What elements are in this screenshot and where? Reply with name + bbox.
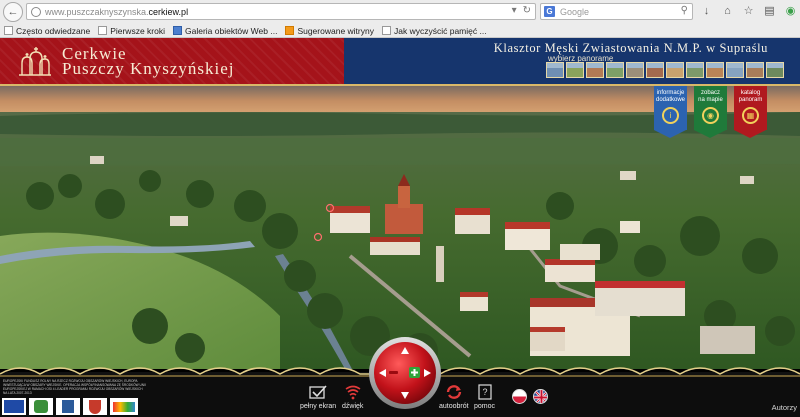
help-book-icon: ? [475, 383, 495, 401]
map-ribbon-button[interactable]: zobacz na mapie ◉ [694, 86, 727, 138]
lgd-logo [56, 398, 80, 415]
page-icon [4, 26, 13, 35]
back-arrow-icon: ← [7, 6, 19, 18]
help-button[interactable]: ? pomoc [474, 383, 495, 410]
url-prefix: www.puszczaknyszynska. [45, 6, 149, 17]
info-icon: i [662, 107, 679, 124]
orange-square-icon [285, 26, 295, 35]
globe-icon [31, 6, 41, 17]
eu-funding-text: EUROPEJSKI FUNDUSZ ROLNY NA RZECZ ROZWOJ… [3, 379, 146, 395]
panorama-thumbnail[interactable] [646, 62, 664, 78]
panorama-thumbnail[interactable] [746, 62, 764, 78]
eu-flag-logo [2, 398, 26, 415]
bookmark-item[interactable]: Sugerowane witryny [285, 26, 374, 36]
figure-icon [62, 400, 74, 413]
autorotate-icon [444, 383, 464, 401]
bookmark-star-icon[interactable]: ☆ [742, 4, 755, 17]
header-brand-panel[interactable]: Cerkwie Puszczy Knyszyńskiej [0, 38, 344, 86]
page-icon [381, 26, 391, 35]
fullscreen-checkbox-icon [308, 383, 328, 401]
panorama-thumbnail[interactable] [706, 62, 724, 78]
church-logo-icon [19, 47, 51, 76]
eu-flag-icon [4, 400, 24, 413]
panorama-thumbnail[interactable] [606, 62, 624, 78]
search-icon[interactable]: ⚲ [681, 5, 688, 16]
site-title-line2: Puszczy Knyszyńskiej [62, 59, 235, 78]
panorama-thumbnails [546, 62, 784, 78]
leader-logo [29, 398, 53, 415]
url-text: www.puszczaknyszynska.cerkiew.pl [45, 7, 188, 17]
english-flag-icon[interactable] [533, 389, 548, 404]
svg-text:?: ? [482, 387, 487, 397]
browser-chrome: ← www.puszczaknyszynska.cerkiew.pl ▾ ↻ G… [0, 0, 800, 38]
authors-link[interactable]: Autorzy [772, 403, 797, 412]
page-icon [98, 26, 108, 35]
download-icon[interactable]: ↓ [700, 4, 713, 17]
stripes-icon [113, 401, 135, 412]
panorama-thumbnail[interactable] [546, 62, 564, 78]
prow-logo [110, 398, 138, 415]
sound-wave-icon [343, 383, 363, 401]
navigation-bar: ← www.puszczaknyszynska.cerkiew.pl ▾ ↻ G… [0, 0, 800, 23]
back-button[interactable]: ← [3, 2, 23, 22]
url-host: cerkiew.pl [148, 6, 189, 17]
bookmark-item[interactable]: Pierwsze kroki [98, 26, 165, 36]
bookmark-item[interactable]: Jak wyczyścić pamięć ... [381, 26, 487, 36]
monastery-title: Klasztor Męski Zwiastowania N.M.P. w Sup… [493, 41, 768, 55]
dropdown-arrow-icon[interactable]: ▾ [512, 5, 517, 16]
panorama-thumbnail[interactable] [686, 62, 704, 78]
browser-toolbar: ↓ ⌂ ☆ ▤ ◉ ☰ [700, 4, 800, 18]
addon-icon[interactable]: ◉ [784, 4, 797, 17]
bookmarks-list-icon[interactable]: ▤ [763, 4, 776, 17]
panorama-thumbnail[interactable] [626, 62, 644, 78]
catalog-icon: ▦ [742, 107, 759, 124]
panorama-thumbnail[interactable] [566, 62, 584, 78]
search-bar[interactable]: G Google ⚲ [540, 3, 693, 20]
polish-flag-icon[interactable] [512, 389, 527, 404]
shield-icon [89, 399, 101, 414]
url-actions: ▾ ↻ [512, 5, 531, 16]
info-ribbon-button[interactable]: informacje dodatkowe i [654, 86, 687, 138]
panorama-thumbnail[interactable] [586, 62, 604, 78]
autorotate-button[interactable]: autoobrót [439, 383, 469, 410]
panorama-thumbnail[interactable] [726, 62, 744, 78]
catalog-ribbon-button[interactable]: katalog panoram ▦ [734, 86, 767, 138]
panorama-thumbnail[interactable] [666, 62, 684, 78]
zoom-out-icon[interactable] [389, 371, 398, 374]
fullscreen-button[interactable]: pełny ekran [300, 383, 336, 410]
address-bar[interactable]: www.puszczaknyszynska.cerkiew.pl ▾ ↻ [26, 3, 536, 20]
header-panorama-panel: Klasztor Męski Zwiastowania N.M.P. w Sup… [344, 38, 800, 86]
site-header: Cerkwie Puszczy Knyszyńskiej Klasztor Mę… [0, 38, 800, 86]
search-placeholder: Google [560, 6, 590, 17]
site-title: Cerkwie Puszczy Knyszyńskiej [62, 45, 235, 78]
page-icon [172, 26, 182, 35]
home-icon[interactable]: ⌂ [721, 4, 734, 17]
navigation-joystick[interactable] [368, 336, 442, 410]
sound-button[interactable]: dźwięk [342, 383, 363, 410]
google-logo-icon: G [544, 6, 555, 17]
leaf-icon [34, 400, 48, 413]
reload-icon[interactable]: ↻ [523, 5, 531, 16]
sponsor-logos [2, 398, 138, 415]
bookmark-item[interactable]: Galeria obiektów Web ... [172, 26, 277, 36]
bookmarks-bar: Często odwiedzane Pierwsze kroki Galeria… [0, 23, 800, 38]
map-pin-icon: ◉ [702, 107, 719, 124]
bookmark-item[interactable]: Często odwiedzane [4, 26, 90, 36]
panorama-thumbnail[interactable] [766, 62, 784, 78]
coat-of-arms-logo [83, 398, 107, 415]
